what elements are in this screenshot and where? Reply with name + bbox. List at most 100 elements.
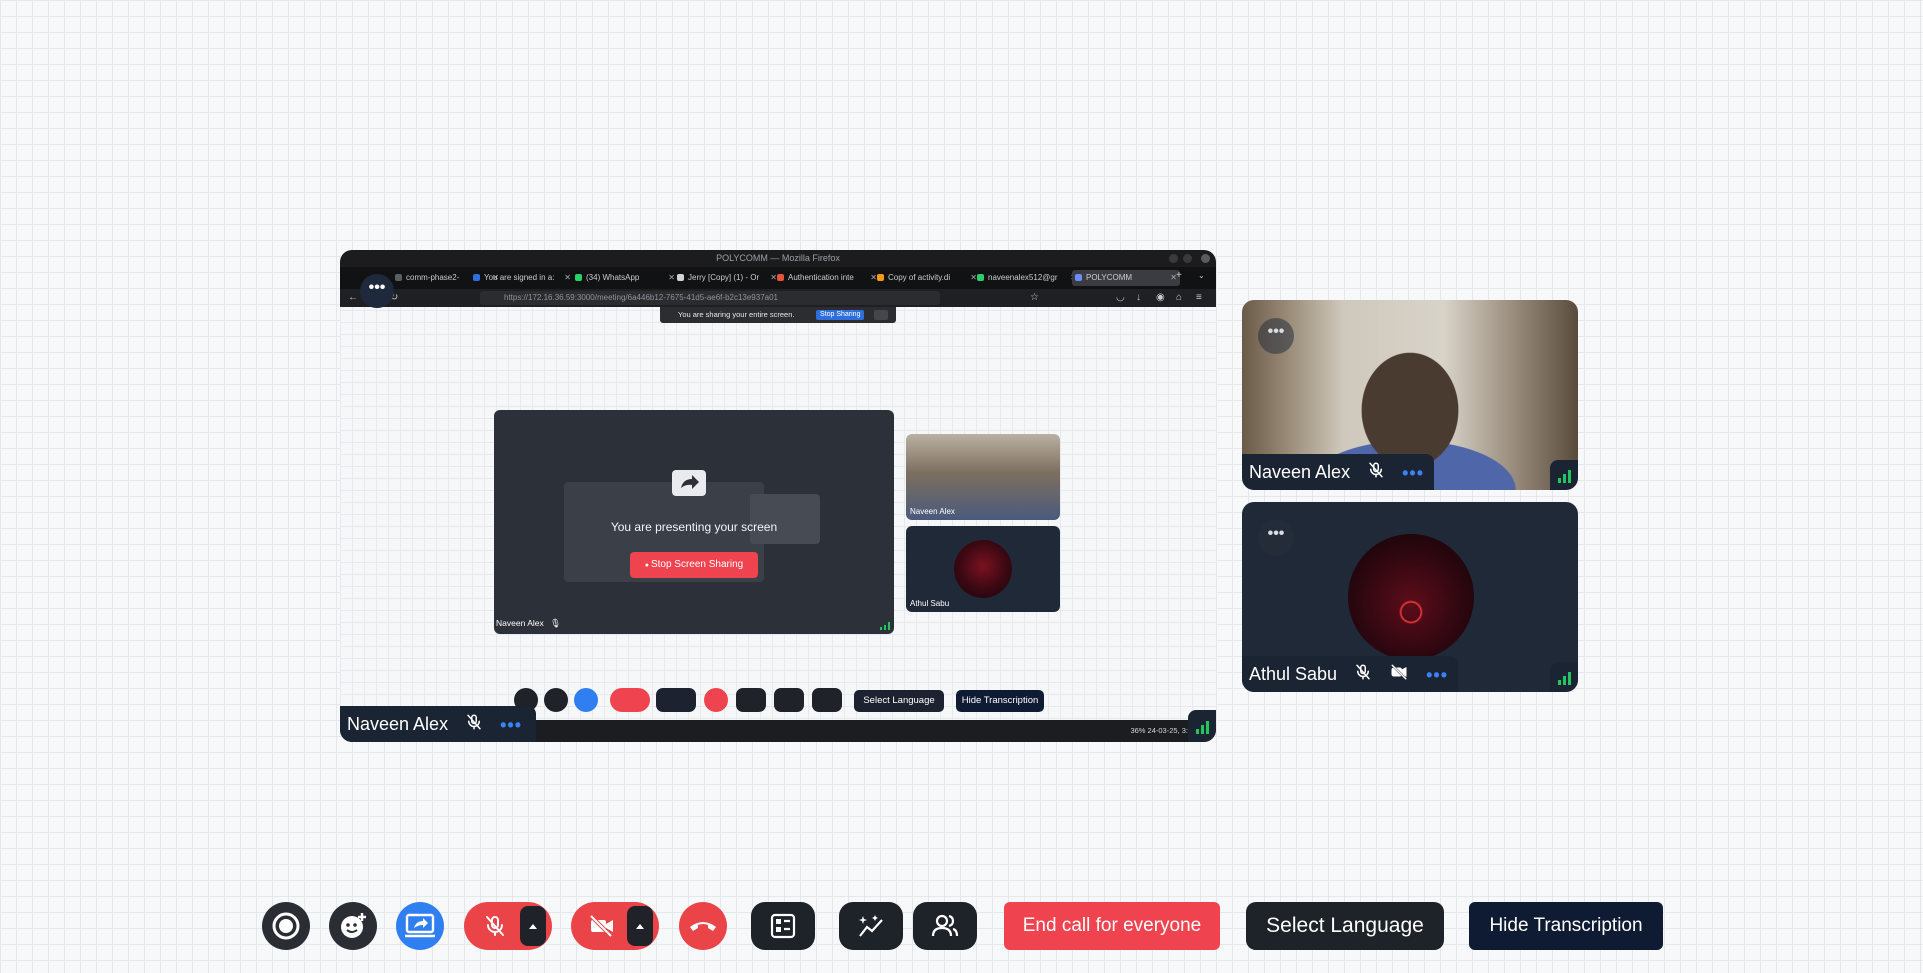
back-icon: ← xyxy=(348,292,358,303)
nested-list-icon xyxy=(736,688,766,712)
signal-icon xyxy=(880,622,890,630)
stop-screen-sharing-label: Stop Screen Sharing xyxy=(650,559,744,570)
tab-favicon-icon xyxy=(395,274,402,281)
tile-name-label: Athul Sabu ••• xyxy=(1242,656,1459,692)
camera-toggle-group xyxy=(571,902,659,950)
nested-tile-name: Naveen Alex xyxy=(910,507,955,516)
browser-tab-bar: comm-phase2- ✕ You are signed in a: ✕ (3… xyxy=(340,267,1216,289)
nested-screen-ghost xyxy=(750,494,820,544)
hide-transcription-button[interactable]: Hide Transcription xyxy=(1469,902,1663,950)
notice-stop-sharing-button: Stop Sharing xyxy=(816,310,865,320)
nested-participants-icon xyxy=(812,688,842,712)
participant-name: Athul Sabu xyxy=(1249,664,1338,684)
tab-close-icon: ✕ xyxy=(564,273,571,282)
participants-button[interactable] xyxy=(913,902,977,950)
pocket-icon: ◡ xyxy=(1116,292,1125,303)
browser-tab-label: Jerry [Copy] (1) - Or xyxy=(688,273,760,282)
browser-tab: naveenalex512@gr ✕ xyxy=(974,270,1080,286)
browser-tab-label: You are signed in a: xyxy=(484,273,555,282)
more-icon: ••• xyxy=(1267,323,1285,340)
nested-toolbar: Select Language Hide Transcription xyxy=(514,688,1074,712)
leave-call-button[interactable] xyxy=(679,902,727,950)
nested-presenter-name-text: Naveen Alex xyxy=(496,618,544,628)
nested-presenter-name: Naveen Alex 🎙 xyxy=(496,618,561,629)
nested-effects-icon xyxy=(774,688,804,712)
phone-hangup-icon xyxy=(690,922,716,931)
nested-presenting-tile: You are presenting your screen ● Stop Sc… xyxy=(494,410,894,634)
record-button[interactable] xyxy=(262,902,310,950)
tab-favicon-icon xyxy=(777,274,784,281)
nested-tile-name-text: Naveen Alex xyxy=(910,507,955,516)
nested-emoji-icon xyxy=(544,688,568,712)
nested-avatar xyxy=(954,540,1012,598)
sparkle-chart-icon xyxy=(859,915,883,937)
mic-off-icon xyxy=(486,916,504,936)
participant-name: Naveen Alex xyxy=(1249,462,1351,482)
nested-camera-icon xyxy=(656,688,696,712)
tab-favicon-icon xyxy=(1075,274,1082,281)
sharing-notice-bar: You are sharing your entire screen. Stop… xyxy=(660,307,896,323)
browser-tab-active: POLYCOMM ✕ xyxy=(1072,270,1180,286)
browser-tab-label: (34) WhatsApp xyxy=(586,273,640,282)
nested-tile-name: Athul Sabu xyxy=(910,599,949,608)
nested-tile-name-text: Athul Sabu xyxy=(910,599,950,608)
more-icon: ••• xyxy=(1267,525,1285,542)
menu-icon: ≡ xyxy=(1196,292,1202,303)
nested-hide-transcription: Hide Transcription xyxy=(956,690,1044,712)
camera-off-icon xyxy=(1389,657,1409,692)
window-close-icon xyxy=(1201,254,1210,263)
camera-off-icon xyxy=(589,915,613,937)
tile-signal xyxy=(1550,460,1578,490)
extensions-icon: ⌂ xyxy=(1176,292,1183,303)
url-text: https://172.16.36.59:3000/meeting/6a446b… xyxy=(504,293,779,302)
caret-up-icon xyxy=(636,924,644,929)
new-tab-icon: + xyxy=(1176,270,1182,281)
signal-icon xyxy=(1196,721,1209,734)
effects-button[interactable] xyxy=(839,902,903,950)
more-icon: ••• xyxy=(368,279,386,296)
browser-tab-label: naveenalex512@gr xyxy=(988,273,1058,282)
participant-menu-icon[interactable]: ••• xyxy=(1426,666,1448,684)
tab-favicon-icon xyxy=(473,274,480,281)
window-maximize-icon xyxy=(1183,254,1192,263)
camera-options-button[interactable] xyxy=(627,906,653,946)
tab-list-icon: ⌄ xyxy=(1198,271,1205,280)
end-call-for-everyone-button[interactable]: End call for everyone xyxy=(1004,902,1220,950)
reaction-button[interactable] xyxy=(329,902,377,950)
camera-toggle-button[interactable] xyxy=(571,902,633,950)
tile-more-button[interactable]: ••• xyxy=(1258,318,1294,354)
tile-signal xyxy=(1550,662,1578,692)
mic-off-icon xyxy=(465,707,483,742)
browser-tab-label: comm-phase2- xyxy=(406,273,460,282)
participant-menu-icon[interactable]: ••• xyxy=(500,716,522,734)
browser-tab: You are signed in a: ✕ xyxy=(470,270,574,286)
share-tile-more-button[interactable]: ••• xyxy=(360,274,394,308)
browser-title-bar: POLYCOMM — Mozilla Firefox xyxy=(340,250,1216,267)
tile-more-button[interactable]: ••• xyxy=(1258,520,1294,556)
participants-icon xyxy=(931,914,959,937)
browser-nav-bar: ← ↻ https://172.16.36.59:3000/meeting/6a… xyxy=(340,289,1216,307)
screen-share-tile: POLYCOMM — Mozilla Firefox comm-phase2- … xyxy=(340,250,1216,742)
video-tile-naveen-alex: ••• Naveen Alex ••• xyxy=(1242,300,1578,490)
mic-off-icon: 🎙 xyxy=(550,618,561,628)
account-icon: ◉ xyxy=(1156,292,1165,303)
record-icon xyxy=(272,912,300,940)
layout-button[interactable] xyxy=(751,902,815,950)
share-screen-button[interactable] xyxy=(396,902,444,950)
screen-share-icon xyxy=(405,913,435,938)
mic-options-button[interactable] xyxy=(520,906,546,946)
participant-menu-icon[interactable]: ••• xyxy=(1402,464,1424,482)
list-layout-icon xyxy=(770,913,796,939)
mic-toggle-button[interactable] xyxy=(464,902,526,950)
mic-off-icon xyxy=(1354,657,1372,692)
nested-share-icon xyxy=(574,688,598,712)
nested-video-tile: Athul Sabu xyxy=(906,526,1060,612)
browser-tab-label: POLYCOMM xyxy=(1086,273,1133,282)
video-tile-athul-sabu: ••• Athul Sabu ••• xyxy=(1242,502,1578,692)
nested-hangup-icon xyxy=(704,688,728,712)
select-language-button[interactable]: Select Language xyxy=(1246,902,1444,950)
browser-tab: (34) WhatsApp ✕ xyxy=(572,270,678,286)
signal-icon xyxy=(1558,470,1571,483)
nested-stop-screen-sharing-button: ● Stop Screen Sharing xyxy=(630,552,758,578)
tab-favicon-icon xyxy=(677,274,684,281)
